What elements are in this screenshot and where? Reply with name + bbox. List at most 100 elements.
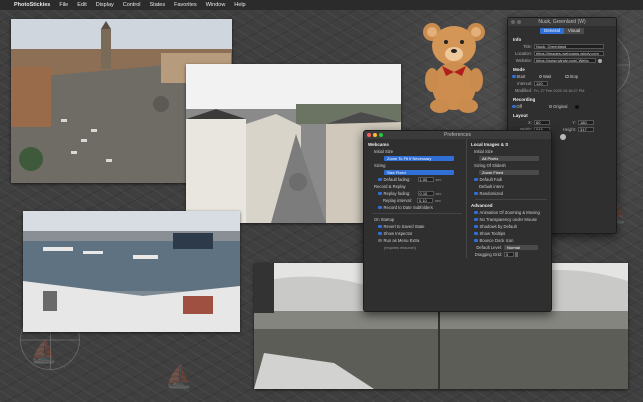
menu-favorites[interactable]: Favorites: [174, 2, 197, 8]
location-label: Location:: [515, 51, 532, 56]
interval-field[interactable]: 120: [534, 80, 548, 87]
menu-app-name[interactable]: PhotoStickies: [14, 2, 50, 8]
title-field[interactable]: Nuuk, Greenland: [534, 43, 604, 50]
inspector-titlebar[interactable]: Nuuk, Greenland (W): [508, 18, 616, 26]
randomized-checkbox[interactable]: [474, 191, 478, 196]
divider: [475, 199, 547, 200]
dragging-grid-label: Dragging Grid:: [474, 252, 502, 257]
record-subfolders-checkbox[interactable]: [378, 205, 382, 210]
y-field[interactable]: 180: [578, 119, 594, 126]
dragging-grid-field[interactable]: 5: [504, 251, 514, 258]
run-menu-extra-label: Run as Menu Extra: [383, 238, 420, 243]
initial-size-popup[interactable]: Zoom To Fit If Necessary: [384, 155, 454, 162]
dragging-grid-stepper-icon[interactable]: [515, 252, 518, 257]
info-section-header: Info: [513, 37, 522, 42]
menu-file[interactable]: File: [59, 2, 68, 8]
relaunch-note: (requires relaunch): [384, 245, 416, 250]
modified-value: Fri, 27 Feb 2020 15:16:27 PM: [534, 88, 585, 93]
mode-stop-radio[interactable]: [565, 74, 569, 79]
x-field[interactable]: 60: [534, 119, 550, 126]
show-inspector-checkbox[interactable]: [378, 231, 382, 236]
replay-interval-unit: sec: [435, 198, 441, 203]
divider: [372, 213, 462, 214]
record-subfolders-label: Record to Date Subfolders: [383, 205, 433, 210]
replay-fading-checkbox[interactable]: [378, 191, 382, 196]
webcams-header: Webcams: [368, 142, 389, 147]
mode-stop-label: Stop: [569, 74, 579, 79]
ship-decoration-icon: ⛵: [30, 340, 58, 365]
sizing-slideshow-label: Sizing Of Slidesh: [474, 163, 506, 168]
default-fading-field[interactable]: 1,00: [417, 176, 434, 183]
revert-label: Revert to Saved State: [383, 224, 425, 229]
recording-off-radio[interactable]: [512, 104, 516, 109]
title-label: Title:: [523, 44, 532, 49]
default-fading-unit: sec: [435, 177, 442, 182]
menu-bar: PhotoStickies File Edit Display Control …: [0, 0, 643, 10]
sizing-popup[interactable]: Size Fixed: [384, 169, 454, 176]
default-level-label: Default Level:: [476, 245, 502, 250]
advanced-checkbox-3[interactable]: [474, 224, 478, 229]
tab-general[interactable]: General: [539, 28, 564, 34]
menu-control[interactable]: Control: [123, 2, 141, 8]
recording-indicator-icon: [575, 104, 579, 109]
mode-start-label: Start: [516, 74, 526, 79]
webcam-photo-harbor[interactable]: [23, 211, 240, 332]
default-level-popup[interactable]: Normal: [504, 244, 538, 251]
local-initial-size-popup[interactable]: All Pixels: [479, 155, 539, 162]
sizing-slideshow-popup[interactable]: Zoom Fixed: [479, 169, 539, 176]
location-field[interactable]: https://images-webcams.windy.com: [534, 50, 604, 57]
x-label: X:: [528, 120, 532, 125]
advanced-label-1: Animation Of Zooming & Moving: [479, 210, 540, 215]
mode-start-radio[interactable]: [512, 74, 516, 79]
advanced-header: Advanced: [471, 203, 493, 208]
default-fading-checkbox[interactable]: [378, 177, 382, 182]
advanced-label-3: Shadows by Default: [479, 224, 517, 229]
advanced-label-5: Bounce Dock Icon: [479, 238, 514, 243]
default-fadi-label: Default Fadi: [479, 177, 503, 182]
advanced-checkbox-1[interactable]: [474, 210, 478, 215]
advanced-checkbox-4[interactable]: [474, 231, 478, 236]
mode-wait-label: Wait: [543, 74, 552, 79]
mode-section-header: Mode: [513, 67, 525, 72]
default-interval-label: Default interv: [479, 184, 504, 189]
recording-original-radio[interactable]: [548, 104, 552, 109]
rotation-knob-icon[interactable]: [560, 133, 566, 140]
advanced-label-2: No Transparency under Mouse: [479, 217, 538, 222]
advanced-label-4: Show Tooltips: [479, 231, 506, 236]
interval-label: Interval:: [517, 81, 532, 86]
mode-wait-radio[interactable]: [538, 74, 542, 79]
preferences-window[interactable]: Preferences Webcams Initial Size Zoom To…: [363, 130, 552, 312]
tab-visual[interactable]: Visual: [563, 28, 585, 34]
menu-window[interactable]: Window: [206, 2, 226, 8]
recording-section-header: Recording: [513, 97, 536, 102]
webcams-column: Webcams Initial Size Zoom To Fit If Nece…: [364, 139, 466, 258]
replay-fading-label: Replay fading:: [383, 191, 411, 196]
inspector-title: Nuuk, Greenland (W): [538, 19, 586, 25]
website-field[interactable]: https://www.windy.com/-Webc: [534, 57, 596, 64]
recording-original-label: Original: [553, 104, 568, 109]
teddy-bear-sticker[interactable]: [418, 18, 490, 114]
advanced-checkbox-5[interactable]: [474, 238, 478, 243]
height-field[interactable]: 317: [578, 126, 594, 133]
preferences-titlebar[interactable]: Preferences: [364, 131, 551, 139]
run-menu-extra-checkbox[interactable]: [378, 238, 382, 243]
menu-states[interactable]: States: [150, 2, 166, 8]
replay-fading-field[interactable]: 0,10: [417, 190, 434, 197]
website-label: Website:: [515, 58, 532, 63]
local-initial-size-label: Initial Size: [474, 149, 494, 154]
default-fadi-checkbox[interactable]: [474, 177, 478, 182]
sizing-label: Sizing: [374, 163, 386, 168]
default-fading-label: Default fading:: [383, 177, 411, 182]
menu-display[interactable]: Display: [96, 2, 114, 8]
advanced-checkbox-2[interactable]: [474, 217, 478, 222]
link-arrow-icon[interactable]: [598, 58, 602, 63]
local-images-header: Local Images & S: [471, 142, 509, 147]
menu-edit[interactable]: Edit: [77, 2, 86, 8]
menu-help[interactable]: Help: [234, 2, 245, 8]
revert-checkbox[interactable]: [378, 224, 382, 229]
height-label: Height:: [562, 127, 576, 132]
layout-section-header: Layout: [513, 113, 528, 118]
show-inspector-label: Show Inspector: [383, 231, 413, 236]
replay-interval-field[interactable]: 0,10: [417, 197, 433, 204]
replay-fading-unit: sec: [435, 191, 442, 196]
